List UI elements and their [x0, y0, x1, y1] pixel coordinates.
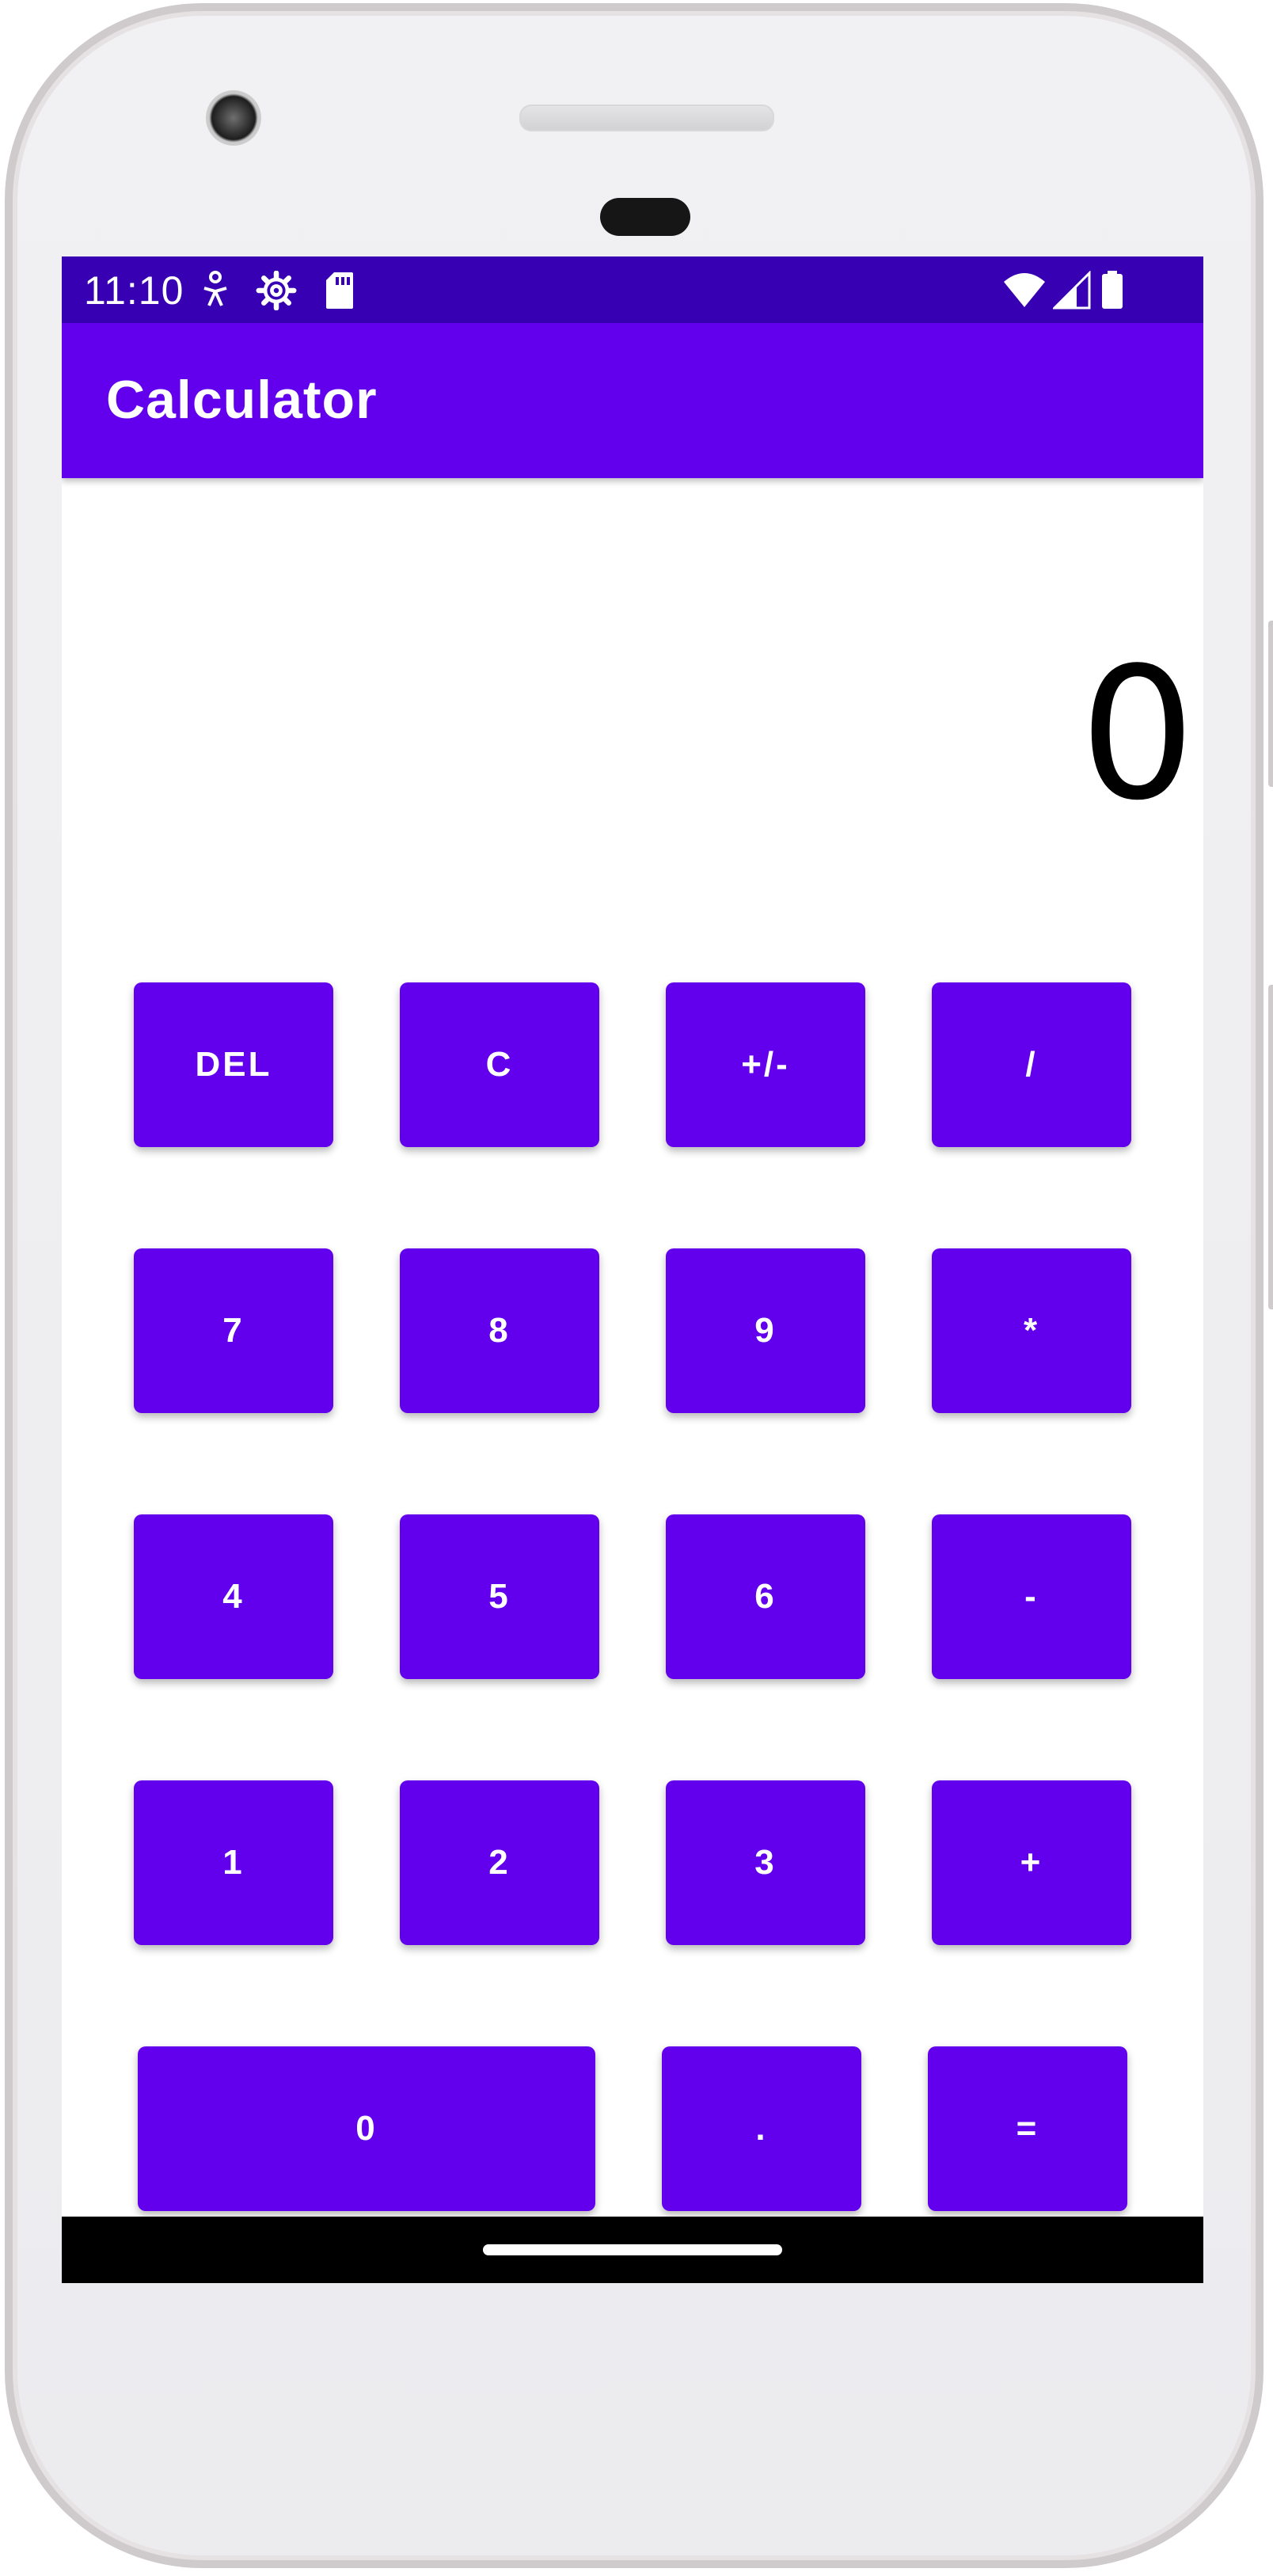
- multiply-button[interactable]: *: [932, 1248, 1131, 1413]
- app-title: Calculator: [106, 370, 378, 430]
- equals-button[interactable]: =: [928, 2046, 1127, 2211]
- divide-button[interactable]: /: [932, 982, 1131, 1147]
- digit-8-button[interactable]: 8: [400, 1248, 599, 1413]
- device-screen: 11:10 Calculator 0 DEL C +/- / 7 8 9 * 4…: [62, 256, 1203, 2283]
- digit-5-button[interactable]: 5: [400, 1514, 599, 1679]
- battery-icon: [1102, 271, 1123, 309]
- digit-2-button[interactable]: 2: [400, 1780, 599, 1945]
- signal-icon: [1053, 271, 1091, 310]
- status-time: 11:10: [84, 268, 184, 313]
- settings-gear-icon: [256, 271, 297, 310]
- digit-6-button[interactable]: 6: [666, 1514, 865, 1679]
- top-speaker-grille: [519, 104, 774, 131]
- app-bar: Calculator: [62, 323, 1203, 478]
- subtract-button[interactable]: -: [932, 1514, 1131, 1679]
- negate-button[interactable]: +/-: [666, 982, 865, 1147]
- power-button: [1268, 621, 1273, 787]
- accessibility-icon: [203, 271, 227, 306]
- digit-7-button[interactable]: 7: [134, 1248, 333, 1413]
- decimal-point-button[interactable]: .: [662, 2046, 861, 2211]
- digit-3-button[interactable]: 3: [666, 1780, 865, 1945]
- volume-button: [1268, 985, 1273, 1309]
- delete-button[interactable]: DEL: [134, 982, 333, 1147]
- home-gesture-handle[interactable]: [483, 2244, 782, 2255]
- earpiece-sensor: [600, 198, 690, 236]
- digit-0-button[interactable]: 0: [138, 2046, 595, 2211]
- clear-button[interactable]: C: [400, 982, 599, 1147]
- digit-4-button[interactable]: 4: [134, 1514, 333, 1679]
- wifi-icon: [1004, 273, 1045, 307]
- status-bar: 11:10: [62, 256, 1203, 323]
- digit-9-button[interactable]: 9: [666, 1248, 865, 1413]
- add-button[interactable]: +: [932, 1780, 1131, 1945]
- sd-card-icon: [326, 272, 353, 309]
- digit-1-button[interactable]: 1: [134, 1780, 333, 1945]
- result-display: 0: [1079, 629, 1195, 841]
- navigation-bar: [62, 2217, 1203, 2283]
- front-camera: [206, 90, 261, 146]
